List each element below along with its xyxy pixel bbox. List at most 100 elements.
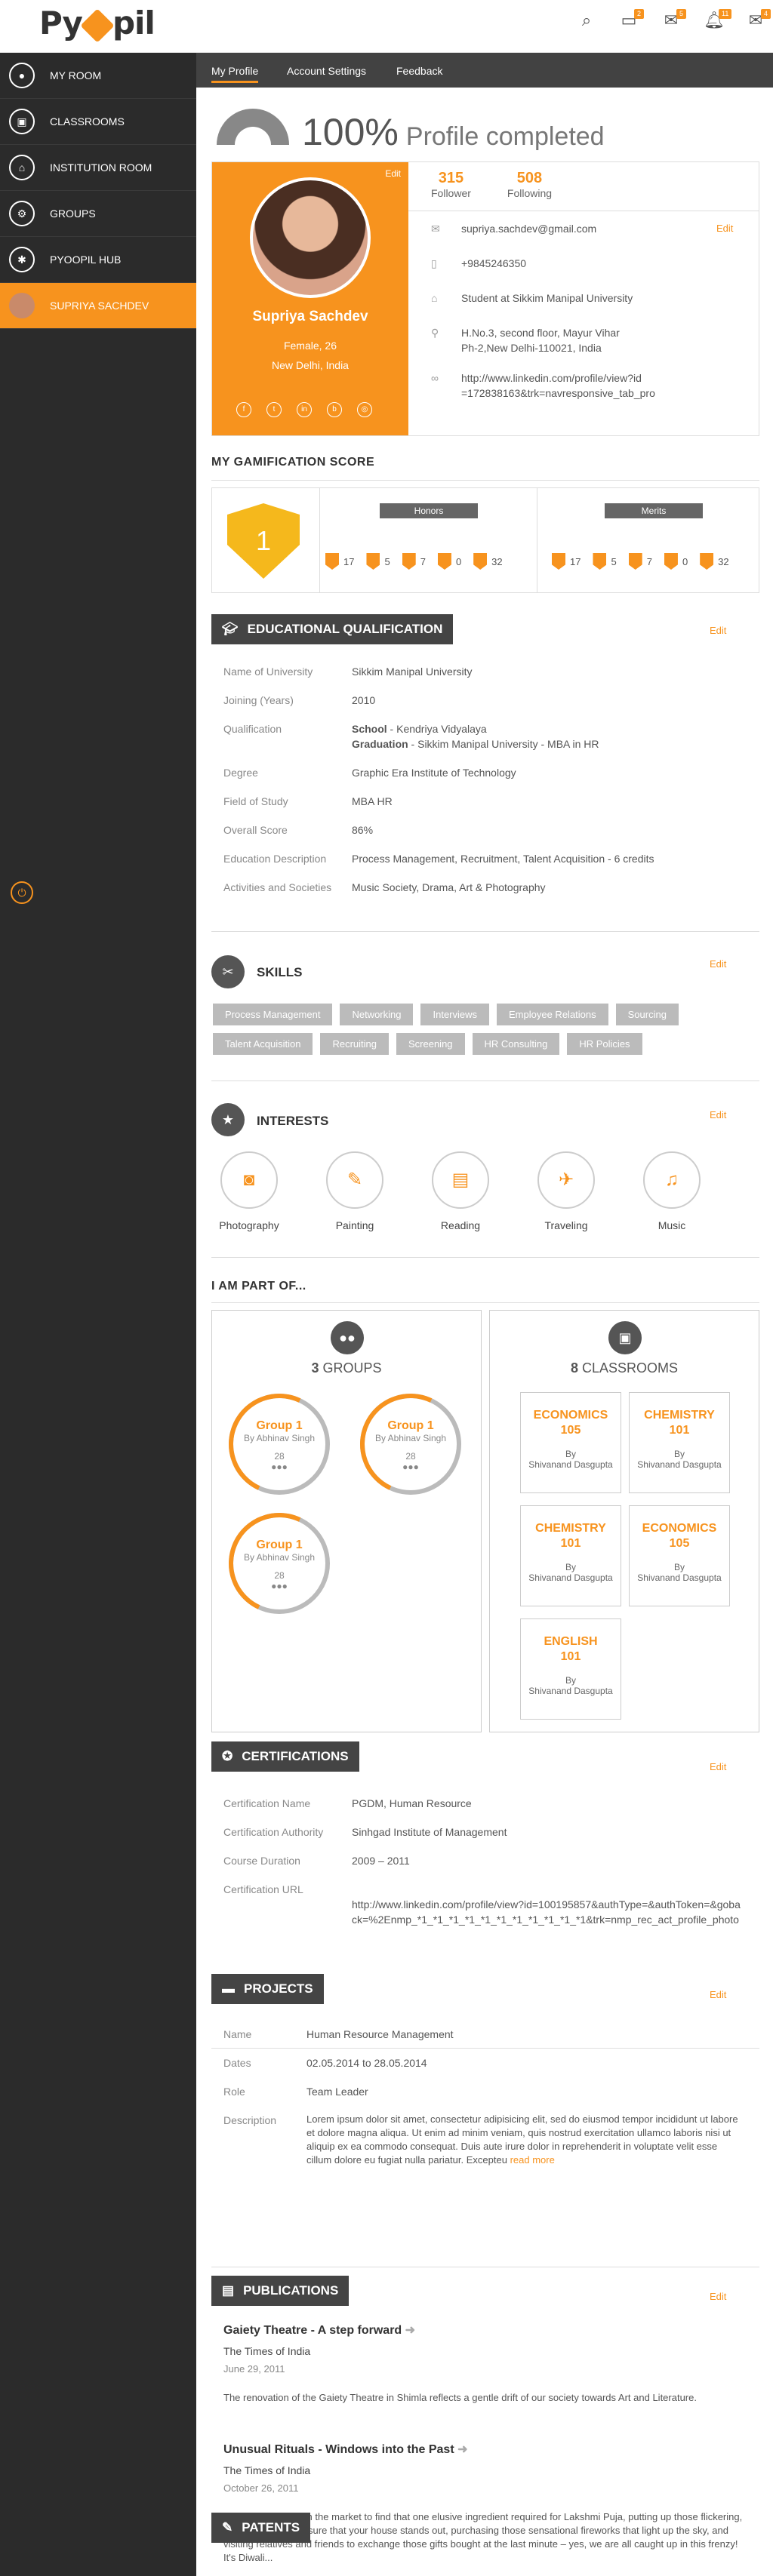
profile-edit-button[interactable]: Edit <box>385 168 401 179</box>
interest-item: ◙ Photography <box>211 1151 287 1231</box>
honor-medal: 0 <box>437 553 461 570</box>
chat-badge: 5 <box>676 9 687 19</box>
bell-icon[interactable]: 🔔︎ 11 <box>704 9 732 30</box>
merit-count: 0 <box>682 555 688 567</box>
group-card[interactable]: Group 1 By Abhinav Singh 28 ●●● <box>346 1379 476 1509</box>
tab-account-settings[interactable]: Account Settings <box>287 65 366 77</box>
classroom-card[interactable]: ECONOMICS 105 By Shivanand Dasgupta <box>520 1392 621 1493</box>
tab-my-profile[interactable]: My Profile <box>211 65 259 83</box>
sidebar: ● MY ROOM ▣ CLASSROOMS ⌂ INSTITUTION ROOM ⚙… <box>0 53 196 2576</box>
by-label: By <box>673 1562 685 1572</box>
field-value: Sikkim Manipal University <box>352 666 473 678</box>
skills-edit-button[interactable]: Edit <box>710 958 726 970</box>
read-more-link[interactable]: read more <box>510 2154 555 2166</box>
globe-icon[interactable]: ◎ <box>357 402 372 417</box>
field-label: Course Duration <box>223 1855 300 1867</box>
by-label: By <box>565 1675 576 1686</box>
field-value: Human Resource Management <box>306 2028 454 2040</box>
field-value: 2009 – 2011 <box>352 1855 410 1867</box>
address-line-2: Ph-2,New Delhi-110021, India <box>461 342 602 354</box>
pyoopil-logo[interactable]: Py pil <box>39 5 156 43</box>
field-value: 2010 <box>352 694 376 706</box>
ribbon-icon <box>700 553 714 570</box>
followers-stat[interactable]: 315 Follower <box>431 170 471 199</box>
field-value: PGDM, Human Resource <box>352 1797 472 1809</box>
blogger-icon[interactable]: b <box>327 402 342 417</box>
field-label: Joining (Years) <box>223 694 294 706</box>
field-label: Overall Score <box>223 824 288 836</box>
contact-edit-button[interactable]: Edit <box>716 223 733 234</box>
merit-count: 17 <box>570 555 581 567</box>
facebook-icon[interactable]: f <box>236 402 251 417</box>
power-icon[interactable]: ⏻ <box>11 881 33 904</box>
skill-chip: Sourcing <box>615 1004 679 1025</box>
group-card[interactable]: Group 1 By Abhinav Singh 28 ●●● <box>214 1499 344 1628</box>
mail-badge: 4 <box>761 9 771 19</box>
field-label: Education Description <box>223 853 327 865</box>
teacher-name: Shivanand Dasgupta <box>528 1459 613 1470</box>
education-details: Name of University Sikkim Manipal Univers… <box>223 664 744 908</box>
interests-list: ◙ Photography ✎ Painting ▤ Reading ✈ Traveli… <box>211 1151 710 1231</box>
patent-icon: ✎ <box>222 2520 233 2535</box>
completion-text: 100% Profile completed <box>302 110 605 154</box>
chat-icon[interactable]: ✉ 5 <box>661 9 687 30</box>
groups-icon: ●● <box>331 1321 364 1354</box>
teacher-name: Shivanand Dasgupta <box>637 1572 722 1583</box>
sidebar-item-pyoopil-hub[interactable]: ✱ PYOOPIL HUB <box>0 237 196 283</box>
medal-icon <box>402 553 416 570</box>
music-note-icon: ♫ <box>643 1151 701 1209</box>
certification-url[interactable]: http://www.linkedin.com/profile/view?id=… <box>352 1897 744 1927</box>
sidebar-item-groups[interactable]: ⚙ GROUPS <box>0 191 196 237</box>
tab-feedback[interactable]: Feedback <box>396 65 442 77</box>
profile-url-2[interactable]: =172838163&trk=navresponsive_tab_pro <box>461 387 655 399</box>
teacher-name: Shivanand Dasgupta <box>528 1572 613 1583</box>
certifications-header: ✪ CERTIFICATIONS <box>211 1741 359 1772</box>
interests-edit-button[interactable]: Edit <box>710 1109 726 1120</box>
ribbon-icon <box>552 553 565 570</box>
education-edit-button[interactable]: Edit <box>710 625 726 636</box>
classroom-card[interactable]: ENGLISH 101 By Shivanand Dasgupta <box>520 1618 621 1720</box>
institution-icon: ⌂ <box>431 292 438 304</box>
following-stat[interactable]: 508 Following <box>507 170 552 199</box>
merits-title: Merits <box>605 503 703 518</box>
by-label: By <box>565 1562 576 1572</box>
tools-icon: ✂ <box>211 955 245 988</box>
search-icon[interactable]: ⌕ <box>577 11 596 30</box>
publication-item: Unusual Rituals - Windows into the Past … <box>223 2442 752 2565</box>
classroom-card[interactable]: CHEMISTRY 101 By Shivanand Dasgupta <box>629 1392 730 1493</box>
group-card[interactable]: Group 1 By Abhinav Singh 28 ●●● <box>214 1379 344 1509</box>
user-icon: ● <box>9 63 35 88</box>
ribbon-icon <box>664 553 678 570</box>
projects-edit-button[interactable]: Edit <box>710 1989 726 2000</box>
profile-gender-age: Female, 26 <box>283 340 337 352</box>
profile-url-1[interactable]: http://www.linkedin.com/profile/view?id <box>461 372 642 384</box>
sidebar-item-institution-room[interactable]: ⌂ INSTITUTION ROOM <box>0 145 196 191</box>
followers-label: Follower <box>431 187 471 199</box>
field-label: Name <box>223 2028 252 2040</box>
publications-edit-button[interactable]: Edit <box>710 2291 726 2302</box>
linkedin-icon[interactable]: in <box>297 402 312 417</box>
classroom-card[interactable]: CHEMISTRY 101 By Shivanand Dasgupta <box>520 1505 621 1606</box>
classroom-card[interactable]: ECONOMICS 105 By Shivanand Dasgupta <box>629 1505 730 1606</box>
institution-icon: ⌂ <box>9 155 35 180</box>
classroom-icon: ▣ <box>9 109 35 134</box>
certifications-edit-button[interactable]: Edit <box>710 1761 726 1772</box>
sidebar-item-label: INSTITUTION ROOM <box>50 161 152 174</box>
certifications-title: CERTIFICATIONS <box>242 1749 349 1763</box>
publication-title[interactable]: Unusual Rituals - Windows into the Past <box>223 2443 454 2456</box>
sidebar-item-classrooms[interactable]: ▣ CLASSROOMS <box>0 99 196 145</box>
profile-card: Edit Supriya Sachdev Female, 26 New Delhi… <box>211 161 759 436</box>
twitter-icon[interactable]: t <box>266 402 282 417</box>
skill-chip: Process Management <box>213 1004 333 1025</box>
bell-badge: 11 <box>719 9 732 19</box>
interest-item: ✎ Painting <box>317 1151 393 1231</box>
publication-date: June 29, 2011 <box>223 2363 285 2375</box>
publication-title[interactable]: Gaiety Theatre - A step forward <box>223 2324 402 2337</box>
folder-icon: ▬ <box>222 1981 235 1996</box>
sidebar-item-my-room[interactable]: ● MY ROOM <box>0 53 196 99</box>
interests-title: INTERESTS <box>257 1114 329 1128</box>
classroom-icon[interactable]: ▭ 2 <box>619 9 645 30</box>
gamification-title: MY GAMIFICATION SCORE <box>211 456 375 469</box>
sidebar-item-profile[interactable]: SUPRIYA SACHDEV <box>0 283 196 329</box>
mail-icon[interactable]: ✉ 4 <box>746 9 771 30</box>
